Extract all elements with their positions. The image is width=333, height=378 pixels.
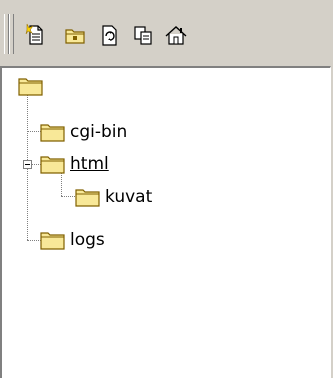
folder-icon [75,189,100,207]
tree-connector-horizontal [27,131,41,132]
folder-icon [40,124,65,142]
tree-item-label: logs [70,230,105,250]
new-file-icon [25,23,43,45]
folder-icon [40,232,65,250]
folder-tree: cgi-bin html kuvat logs [0,66,331,378]
folder-open-icon [40,156,65,174]
tree-connector-vertical [61,173,62,196]
home-icon [165,26,187,45]
copy-button[interactable] [130,22,158,50]
new-file-button[interactable] [24,22,52,50]
refresh-icon [102,25,117,46]
toolbar [0,0,333,64]
folder-icon [65,29,85,44]
tree-connector-horizontal [27,240,41,241]
refresh-button[interactable] [96,22,124,50]
tree-item-label: kuvat [105,187,153,207]
toolbar-grip-secondary[interactable] [9,14,14,54]
tree-connector-horizontal [61,196,75,197]
tree-item-label: cgi-bin [70,122,128,142]
tree-item-label: html [70,154,109,174]
home-button[interactable] [163,22,191,50]
collapse-toggle[interactable] [23,160,32,169]
folder-icon [18,78,43,96]
new-folder-button[interactable] [62,22,90,50]
copy-icon [134,26,152,45]
